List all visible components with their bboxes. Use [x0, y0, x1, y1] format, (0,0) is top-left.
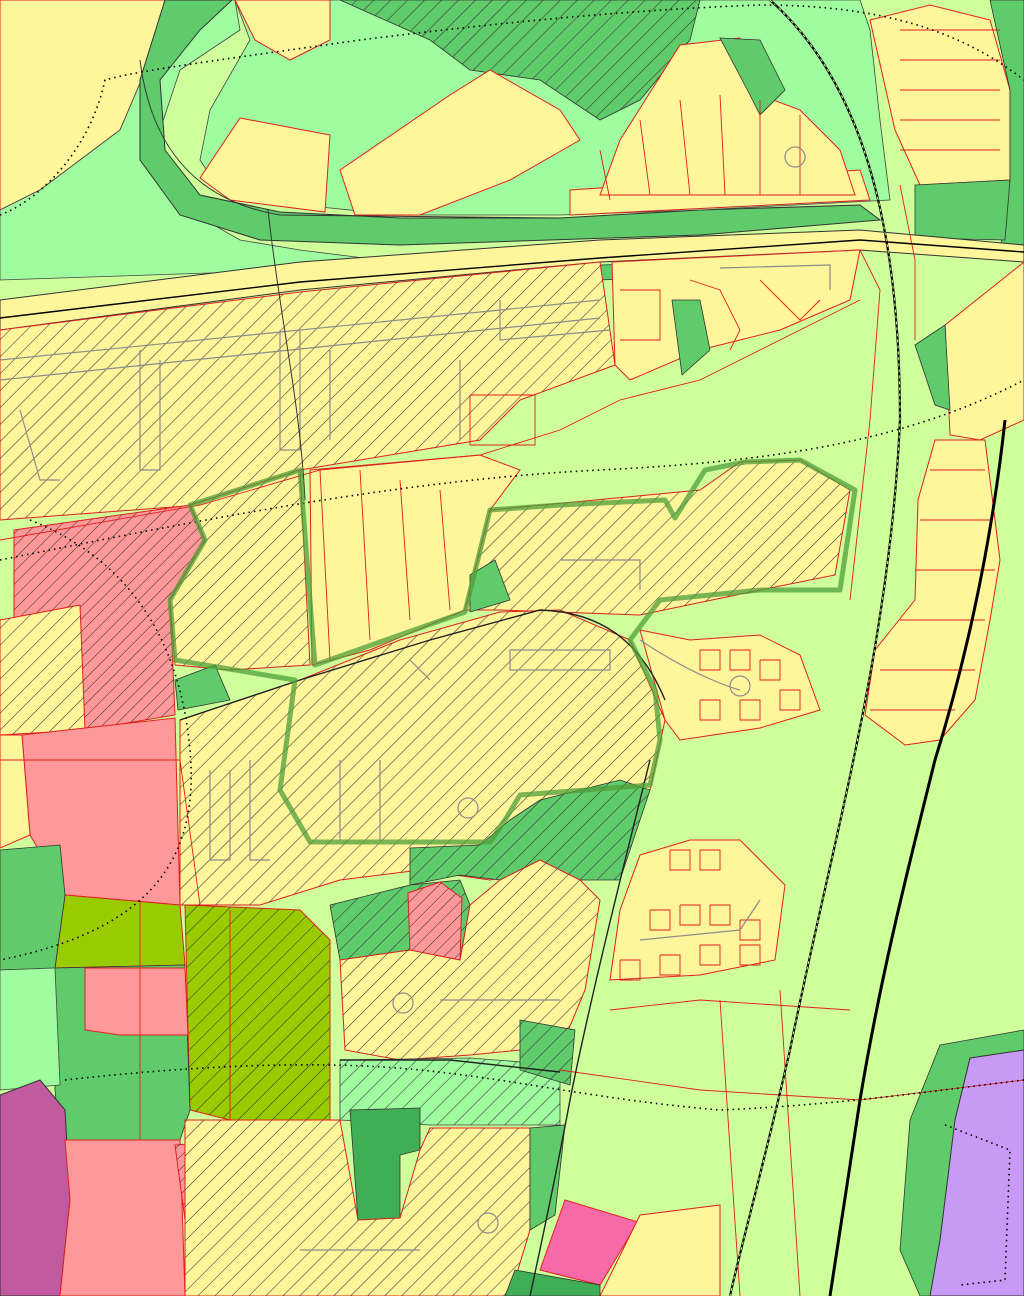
commercial-zone-small-central-overlay: [408, 882, 462, 960]
public-zone-magenta[interactable]: [0, 1079, 71, 1296]
commercial-zone-sw-small[interactable]: [84, 967, 189, 1036]
green-dark-zone-sw[interactable]: [0, 844, 66, 971]
agricultural-zone[interactable]: [54, 894, 186, 969]
commercial-zone-south-west[interactable]: [59, 1139, 186, 1296]
green-light-zone-far-west[interactable]: [0, 967, 61, 1091]
zoning-map[interactable]: [0, 0, 1024, 1296]
agricultural-hatched-zone-overlay: [185, 905, 330, 1120]
hatched-zone-far-west-overlay: [0, 605, 85, 735]
green-patch-right-top[interactable]: [914, 179, 1011, 241]
